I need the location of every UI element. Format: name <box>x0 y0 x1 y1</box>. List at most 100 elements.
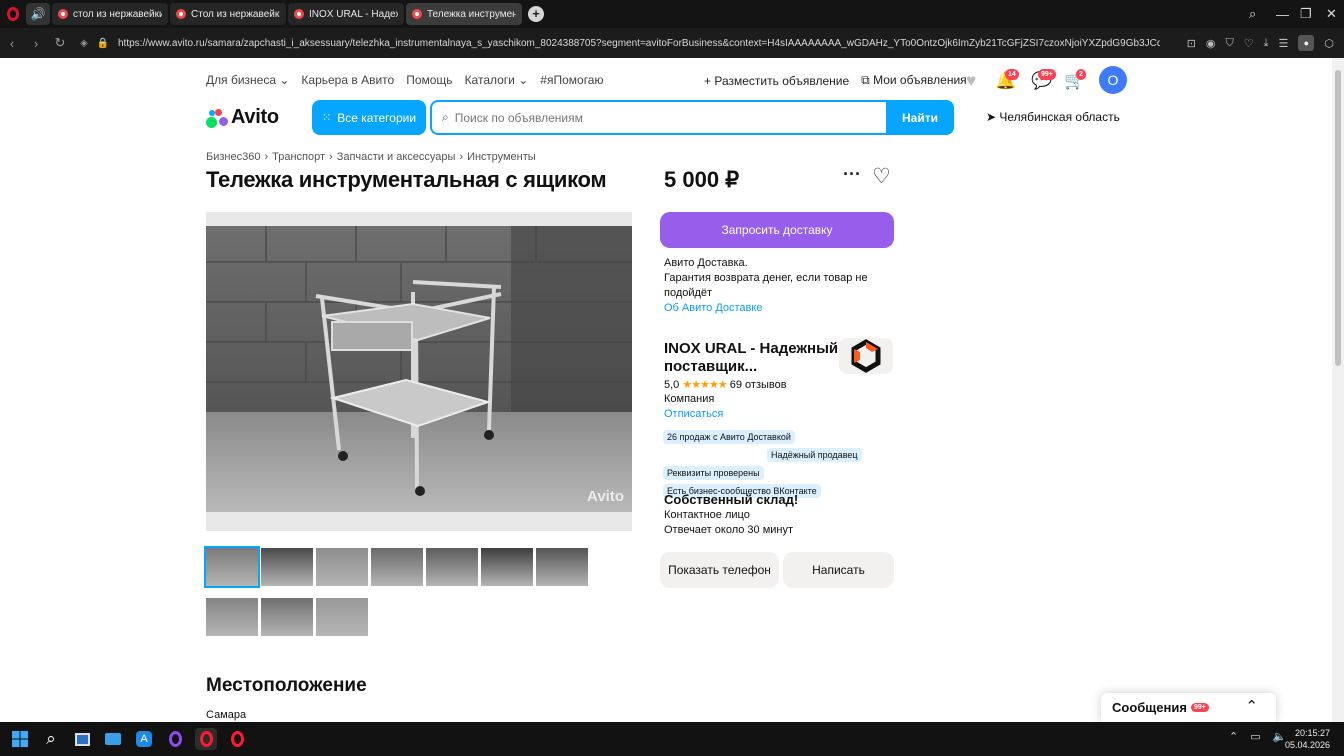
notifications-badge: 14 <box>1005 69 1019 80</box>
messages-label: Сообщения <box>1112 700 1187 715</box>
seller-tag[interactable]: Реквизиты проверены <box>663 466 764 480</box>
contact-person: Контактное лицо <box>664 509 750 521</box>
thumbnail[interactable] <box>204 546 260 588</box>
copy-icon: ⧉ <box>861 73 870 87</box>
avito-logo[interactable]: Avito <box>206 106 279 129</box>
location-city: Самара <box>206 709 247 721</box>
avatar[interactable]: O <box>1099 66 1127 94</box>
lock-icon[interactable]: 🔒 <box>96 38 110 49</box>
seller-tag[interactable]: 26 продаж с Авито Доставкой <box>663 430 795 444</box>
thumbnail[interactable] <box>316 598 368 636</box>
seller-logo[interactable] <box>839 338 893 374</box>
more-options-icon[interactable]: ··· <box>843 164 861 185</box>
restore-icon[interactable]: ❐ <box>1300 0 1312 28</box>
search-input[interactable] <box>454 110 886 125</box>
nav-help-tag[interactable]: #яПомогаю <box>540 73 603 87</box>
breadcrumb-item[interactable]: Бизнес360 <box>206 151 260 163</box>
thumbnail[interactable] <box>261 598 313 636</box>
taskbar-clock[interactable]: 20:15:27 05.04.2026 <box>1285 727 1330 751</box>
thumbnail[interactable] <box>371 548 423 586</box>
chevron-up-icon[interactable]: ⌃ <box>1245 697 1258 715</box>
nav-help[interactable]: Помощь <box>406 73 452 87</box>
region-selector[interactable]: ➤ Челябинская область <box>986 110 1120 124</box>
logo-text: Avito <box>231 106 279 128</box>
heart-icon[interactable]: ♡ <box>1244 37 1254 50</box>
avito-page: Для бизнеса ⌄ Карьера в Авито Помощь Кат… <box>0 58 1332 722</box>
all-categories-button[interactable]: ⁙ Все категории <box>312 100 426 135</box>
avito-favicon-icon <box>412 9 422 19</box>
page-scrollbar[interactable] <box>1332 58 1344 722</box>
thumbnail[interactable] <box>316 548 368 586</box>
back-icon[interactable]: ‹ <box>0 36 24 51</box>
speaker-icon[interactable]: 🔊 <box>26 3 50 25</box>
opera-gx-icon[interactable] <box>164 728 186 750</box>
menu-icon[interactable]: ☰ <box>1279 37 1289 50</box>
seller-name[interactable]: INOX URAL - Надежный поставщик... <box>664 340 840 376</box>
messages-widget[interactable]: Сообщения 99+ ⌃ <box>1101 693 1276 722</box>
opera-icon[interactable] <box>226 728 248 750</box>
nav-catalogs[interactable]: Каталоги ⌄ <box>465 73 529 87</box>
network-icon[interactable]: ▭ <box>1250 730 1260 743</box>
download-icon[interactable]: ⤓ <box>1264 37 1269 50</box>
app-store-icon[interactable]: A <box>133 728 155 750</box>
avito-watermark: Avito <box>587 488 624 505</box>
task-view-icon[interactable] <box>71 728 93 750</box>
my-ads-link[interactable]: ⧉ Мои объявления <box>861 73 967 88</box>
breadcrumb-separator: › <box>329 151 333 163</box>
wallet-icon[interactable]: ⬡ <box>1324 37 1334 50</box>
seller-rating[interactable]: 5,0 ★★★★★ 69 отзывов <box>664 378 787 391</box>
file-explorer-icon[interactable] <box>102 728 124 750</box>
browser-tab[interactable]: стол из нержавейки - Ави <box>52 3 168 25</box>
favorites-heart-icon[interactable]: ♥ <box>960 70 982 92</box>
pin-icon[interactable]: ⊡ <box>1187 37 1196 50</box>
favorite-heart-icon[interactable]: ♡ <box>872 164 891 189</box>
breadcrumb-item[interactable]: Инструменты <box>467 151 536 163</box>
chevron-down-icon: ⌄ <box>518 73 529 87</box>
about-delivery-link[interactable]: Об Авито Доставке <box>664 301 874 316</box>
thumbnail[interactable] <box>261 548 313 586</box>
browser-tab[interactable]: INOX URAL - Надежный п <box>288 3 404 25</box>
post-ad-link[interactable]: + Разместить объявление <box>704 74 849 88</box>
seller-type: Компания <box>664 393 715 405</box>
avito-logo-icon <box>206 108 228 128</box>
browser-tab-active[interactable]: Тележка инструментальн <box>406 3 522 25</box>
camera-icon[interactable]: ◉ <box>1206 37 1216 50</box>
write-message-button[interactable]: Написать <box>783 552 894 588</box>
search-icon: ⌕ <box>442 110 449 124</box>
show-phone-button[interactable]: Показать телефон <box>660 552 779 588</box>
thumbnail[interactable] <box>481 548 533 586</box>
windows-start-icon[interactable] <box>9 728 31 750</box>
shield-icon[interactable]: ◈ <box>72 38 96 49</box>
breadcrumb-item[interactable]: Транспорт <box>272 151 325 163</box>
search-bar: ⌕ Найти <box>430 100 954 135</box>
unsubscribe-link[interactable]: Отписаться <box>664 408 723 420</box>
search-tabs-icon[interactable]: ⌕ <box>1249 0 1256 28</box>
main-photo[interactable]: Avito <box>206 212 632 531</box>
forward-icon[interactable]: › <box>24 36 48 51</box>
nav-career[interactable]: Карьера в Авито <box>301 73 394 87</box>
close-icon[interactable]: ✕ <box>1326 0 1337 28</box>
minimize-icon[interactable]: — <box>1276 0 1289 28</box>
tab-title: стол из нержавейки - Ави <box>73 8 162 20</box>
thumbnail[interactable] <box>536 548 588 586</box>
browser-tab[interactable]: Стол из нержавейки для <box>170 3 286 25</box>
reload-icon[interactable]: ↻ <box>48 35 72 51</box>
nav-business[interactable]: Для бизнеса ⌄ <box>206 73 289 87</box>
thumbnail[interactable] <box>426 548 478 586</box>
profile-icon[interactable]: ● <box>1298 35 1315 51</box>
breadcrumb-separator: › <box>459 151 464 163</box>
opera-icon[interactable] <box>195 728 217 750</box>
search-icon[interactable]: ⌕ <box>40 728 62 750</box>
url-field[interactable]: https://www.avito.ru/samara/zapchasti_i_… <box>118 38 1160 49</box>
seller-tag[interactable]: Надёжный продавец <box>767 448 862 462</box>
adblock-icon[interactable]: ⛉ <box>1226 37 1234 50</box>
chevron-up-icon[interactable]: ⌃ <box>1229 730 1238 743</box>
search-button[interactable]: Найти <box>886 100 954 135</box>
tab-title: Тележка инструментальн <box>427 8 516 20</box>
breadcrumb-item[interactable]: Запчасти и аксессуары <box>337 151 456 163</box>
opera-menu-icon[interactable] <box>2 3 24 25</box>
thumbnail[interactable] <box>206 598 258 636</box>
new-tab-button[interactable]: + <box>528 6 544 22</box>
scrollbar-thumb[interactable] <box>1335 70 1341 366</box>
request-delivery-button[interactable]: Запросить доставку <box>660 212 894 248</box>
